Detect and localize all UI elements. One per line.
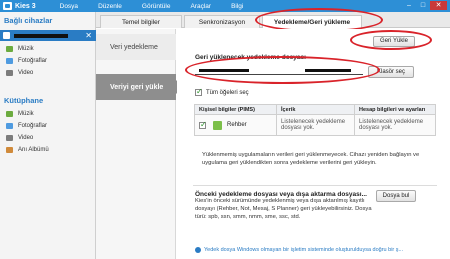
library-item-photos[interactable]: Fotoğraflar: [0, 120, 96, 132]
annotation-oval-backup-file: [185, 56, 380, 84]
tab-sync[interactable]: Senkronizasyon: [184, 15, 260, 28]
album-icon: [6, 147, 13, 153]
side-item-label: Müzik: [18, 46, 34, 52]
table-header: Kişisel bilgiler (PIMS) İçerik Hesap bil…: [195, 105, 435, 115]
menu-edit[interactable]: Düzenle: [98, 3, 122, 10]
connected-device-item[interactable]: ✕: [0, 30, 96, 41]
menu-info[interactable]: Bilgi: [231, 3, 243, 10]
maximize-button[interactable]: □: [416, 1, 430, 10]
info-icon: [195, 247, 201, 253]
column-header: Hesap bilgileri ve ayarları: [359, 107, 426, 113]
column-header: İçerik: [277, 105, 355, 114]
side-item-label: Fotoğraflar: [18, 58, 48, 64]
menu-view[interactable]: Görüntüle: [142, 3, 171, 10]
connected-devices-title: Bağlı cihazlar: [4, 16, 53, 25]
select-all-label: Tüm öğeleri seç: [206, 89, 249, 96]
step-panel: Veri yedekleme Veriyi geri yükle: [96, 29, 183, 259]
library-item-story-album[interactable]: Anı Albümü: [0, 144, 96, 156]
library-item-video[interactable]: Video: [0, 132, 96, 144]
contacts-icon: [213, 120, 222, 130]
restore-note: Yüklenmemiş uygulamaların verileri geri …: [202, 152, 420, 166]
device-item-video[interactable]: Video: [0, 67, 96, 79]
contacts-label: Rehber: [227, 122, 247, 128]
video-icon: [6, 135, 13, 141]
side-item-label: Anı Albümü: [18, 147, 49, 153]
close-window-button[interactable]: ✕: [430, 1, 447, 10]
music-icon: [6, 46, 13, 52]
device-content-list: Müzik Fotoğraflar Video: [0, 43, 96, 79]
find-file-button[interactable]: Dosya bul: [376, 190, 416, 202]
contacts-checkbox[interactable]: [199, 120, 207, 129]
table-row[interactable]: Rehber Listelenecek yedekleme dosyası yo…: [195, 115, 435, 135]
older-backup-description: Kies'in önceki sürümünde yedeklenmiş vey…: [195, 198, 372, 220]
library-title: Kütüphane: [4, 96, 44, 105]
menu-tools[interactable]: Araçlar: [190, 3, 211, 10]
side-item-label: Müzik: [18, 111, 34, 117]
divider: [193, 185, 437, 186]
music-icon: [6, 111, 13, 117]
annotation-oval-restore: [350, 30, 432, 50]
step-backup[interactable]: Veri yedekleme: [96, 34, 176, 60]
phone-icon: [3, 32, 10, 39]
disconnect-icon[interactable]: ✕: [85, 30, 92, 41]
photo-icon: [6, 58, 13, 64]
photo-icon: [6, 123, 13, 129]
menu-file[interactable]: Dosya: [60, 3, 78, 10]
column-header: Kişisel bilgiler (PIMS): [195, 105, 277, 114]
side-item-label: Video: [18, 135, 34, 141]
minimize-button[interactable]: –: [402, 1, 416, 10]
menu-bar: Dosya Düzenle Görüntüle Araçlar Bilgi: [60, 3, 264, 10]
title-bar: Kies 3 Dosya Düzenle Görüntüle Araçlar B…: [0, 0, 450, 12]
contacts-cell: Rehber: [195, 115, 277, 135]
footer-note[interactable]: Yedek dosya Windows olmayan bir işletim …: [195, 247, 403, 253]
side-item-label: Video: [18, 70, 34, 76]
step-restore[interactable]: Veriyi geri yükle: [96, 74, 183, 100]
sidebar: Bağlı cihazlar ✕ Müzik Fotoğraflar Video…: [0, 12, 96, 259]
video-icon: [6, 70, 13, 76]
app-title: Kies 3: [15, 2, 36, 10]
tab-basic-info[interactable]: Temel bilgiler: [100, 15, 182, 28]
device-item-photos[interactable]: Fotoğraflar: [0, 55, 96, 67]
select-all-checkbox[interactable]: [195, 87, 203, 96]
library-item-music[interactable]: Müzik: [0, 108, 96, 120]
device-item-music[interactable]: Müzik: [0, 43, 96, 55]
footer-note-text: Yedek dosya Windows olmayan bir işletim …: [204, 247, 404, 253]
library-list: Müzik Fotoğraflar Video Anı Albümü: [0, 108, 96, 156]
content-cell: Listelenecek yedekleme dosyası yok.: [277, 115, 355, 135]
account-cell: Listelenecek yedekleme dosyası yok.: [359, 119, 424, 131]
select-all-row[interactable]: Tüm öğeleri seç: [195, 87, 249, 96]
device-name-redacted: [14, 33, 68, 38]
side-item-label: Fotoğraflar: [18, 123, 48, 129]
restore-items-table: Kişisel bilgiler (PIMS) İçerik Hesap bil…: [194, 104, 436, 136]
kies-logo-icon: [3, 2, 12, 10]
